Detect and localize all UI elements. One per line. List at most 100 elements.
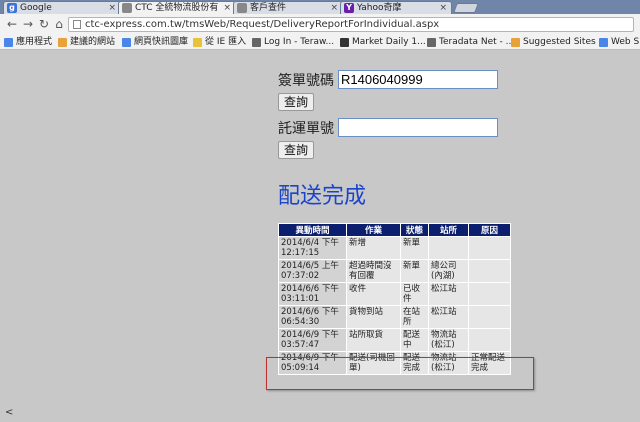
table-cell: 已收件 — [400, 282, 429, 306]
table-cell: 貨物到站 — [346, 305, 401, 329]
table-row: 2014/6/4 下午 12:17:15 新增 新單 — [278, 236, 511, 260]
bookmark-label: Market Daily 1... — [352, 37, 426, 47]
bookmark-label: 網頁快訊圖庫 — [134, 37, 189, 47]
tab-yahoo[interactable]: Y Yahoo奇摩 × — [340, 1, 452, 14]
tracking-number-input[interactable] — [338, 118, 498, 137]
table-row: 2014/6/6 下午 03:11:01 收件 已收件 松江站 — [278, 282, 511, 306]
table-cell — [468, 236, 511, 260]
tab-label: CTC 全統物流股份有 — [135, 3, 219, 13]
bookmark-icon — [193, 38, 202, 47]
bookmark-item[interactable]: Teradata Net - ... — [427, 36, 514, 48]
table-cell: 物流站(松江) — [428, 328, 469, 352]
table-cell — [468, 259, 511, 283]
tab-strip: g Google × CTC 全統物流股份有 × 客戶查件 × Y Yahoo奇… — [0, 0, 640, 14]
table-cell: 配送中 — [400, 328, 429, 352]
table-cell — [428, 236, 469, 260]
column-header: 異動時間 — [278, 223, 347, 237]
page-icon — [122, 3, 132, 13]
home-icon[interactable]: ⌂ — [52, 17, 66, 31]
bookmark-icon — [58, 38, 67, 47]
page-icon — [237, 3, 247, 13]
column-header: 作業 — [346, 223, 401, 237]
bookmark-icon — [4, 38, 13, 47]
tab-label: Yahoo奇摩 — [357, 3, 402, 13]
bookmark-label: 從 IE 匯入 — [205, 37, 247, 47]
bookmark-item[interactable]: 應用程式 — [4, 36, 52, 48]
browser-toolbar: ← → ↻ ⌂ ctc-express.com.tw/tmsWeb/Reques… — [0, 14, 640, 34]
table-cell: 超過時間沒有回覆 — [346, 259, 401, 283]
close-icon[interactable]: × — [439, 2, 447, 14]
address-bar[interactable]: ctc-express.com.tw/tmsWeb/Request/Delive… — [68, 17, 634, 32]
google-icon: g — [7, 3, 17, 13]
table-cell: 在站所 — [400, 305, 429, 329]
table-cell: 新增 — [346, 236, 401, 260]
bookmark-item[interactable]: 網頁快訊圖庫 — [122, 36, 188, 48]
back-icon[interactable]: ← — [5, 17, 19, 31]
table-cell: 收件 — [346, 282, 401, 306]
tab-ctc[interactable]: CTC 全統物流股份有 × — [118, 1, 236, 14]
table-row: 2014/6/9 下午 03:57:47 站所取貨 配送中 物流站(松江) — [278, 328, 511, 352]
table-cell: 新單 — [400, 259, 429, 283]
tab-google[interactable]: g Google × — [3, 1, 121, 14]
bookmark-label: Web S — [611, 37, 640, 47]
table-row: 2014/6/5 上午 07:37:02 超過時間沒有回覆 新單 總公司(內湖) — [278, 259, 511, 283]
table-header-row: 異動時間 作業 狀態 站所 原因 — [278, 223, 511, 237]
table-cell: 站所取貨 — [346, 328, 401, 352]
bookmark-icon — [427, 38, 436, 47]
table-cell: 2014/6/4 下午 12:17:15 — [278, 236, 347, 260]
highlight-box — [266, 357, 534, 390]
page-content: 簽單號碼 查詢 託運單號 查詢 配送完成 異動時間作業狀態站所原因 2014/6… — [0, 51, 640, 422]
yahoo-icon: Y — [344, 3, 354, 13]
sign-number-input[interactable] — [338, 70, 498, 89]
scroll-left-icon[interactable]: < — [5, 407, 13, 418]
bookmark-item[interactable]: Web S — [599, 36, 639, 48]
page-icon — [73, 20, 81, 29]
table-cell: 松江站 — [428, 305, 469, 329]
bookmark-item[interactable]: Log In - Teraw... — [252, 36, 334, 48]
bookmark-label: 應用程式 — [16, 37, 53, 47]
table-cell: 2014/6/6 下午 03:11:01 — [278, 282, 347, 306]
table-cell: 松江站 — [428, 282, 469, 306]
bookmarks-bar: 應用程式 建議的網站 網頁快訊圖庫 從 IE 匯入 Log In - Teraw... M… — [0, 34, 640, 50]
close-icon[interactable]: × — [108, 2, 116, 14]
table-cell — [468, 282, 511, 306]
table-cell: 總公司(內湖) — [428, 259, 469, 283]
table-row: 2014/6/6 下午 06:54:30 貨物到站 在站所 松江站 — [278, 305, 511, 329]
bookmark-item[interactable]: Market Daily 1... — [340, 36, 426, 48]
tab-label: Google — [20, 3, 52, 13]
column-header: 站所 — [428, 223, 469, 237]
close-icon[interactable]: × — [223, 2, 231, 14]
table-cell: 新單 — [400, 236, 429, 260]
sign-number-label: 簽單號碼 — [278, 73, 334, 89]
bookmark-item[interactable]: 從 IE 匯入 — [193, 36, 246, 48]
bookmark-label: Teradata Net - ... — [439, 37, 515, 47]
bookmark-item[interactable]: 建議的網站 — [58, 36, 115, 48]
query-button-1[interactable]: 查詢 — [278, 93, 315, 111]
tab-label: 客戶查件 — [250, 3, 287, 13]
tab-customer-query[interactable]: 客戶查件 × — [233, 1, 343, 14]
bookmark-icon — [511, 38, 520, 47]
query-button-2[interactable]: 查詢 — [278, 141, 315, 159]
bookmark-icon — [122, 38, 131, 47]
forward-icon[interactable]: → — [21, 17, 35, 31]
table-cell: 2014/6/5 上午 07:37:02 — [278, 259, 347, 283]
bookmark-icon — [340, 38, 349, 47]
column-header: 原因 — [468, 223, 511, 237]
delivery-report-table: 異動時間 作業 狀態 站所 原因 2014/6/4 下午 12:17:15 新增 新單 201… — [278, 223, 511, 375]
new-tab-button[interactable] — [453, 3, 479, 13]
url-text: ctc-express.com.tw/tmsWeb/Request/Delive… — [85, 19, 440, 30]
delivery-status-title: 配送完成 — [278, 184, 367, 209]
table-cell: 2014/6/9 下午 03:57:47 — [278, 328, 347, 352]
tracking-number-label: 託運單號 — [278, 121, 334, 137]
table-cell — [468, 328, 511, 352]
close-icon[interactable]: × — [330, 2, 338, 14]
bookmark-item[interactable]: Suggested Sites — [511, 36, 596, 48]
reload-icon[interactable]: ↻ — [37, 17, 51, 31]
bookmark-icon — [599, 38, 608, 47]
column-header: 狀態 — [400, 223, 429, 237]
bookmark-label: Suggested Sites — [523, 37, 596, 47]
bookmark-label: 建議的網站 — [70, 37, 116, 47]
bookmark-icon — [252, 38, 261, 47]
table-cell — [468, 305, 511, 329]
bookmark-label: Log In - Teraw... — [264, 37, 335, 47]
